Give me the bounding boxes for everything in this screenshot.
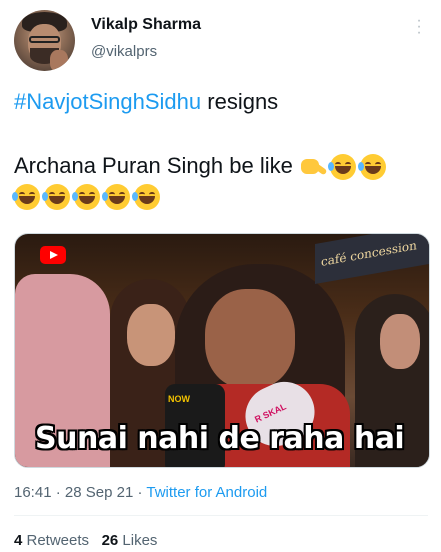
author-handle[interactable]: @vikalprs [91,43,157,60]
tweet-source-link[interactable]: Twitter for Android [146,484,267,501]
tweet-metadata: 16:41 · 28 Sep 21 · Twitter for Android [14,484,267,501]
main-woman-face [205,289,295,389]
avatar[interactable] [14,10,75,71]
tweet-date[interactable]: 28 Sep 21 [65,484,133,501]
author-name[interactable]: Vikalp Sharma [91,16,201,34]
tweet-line-2-text: Archana Puran Singh be like [14,153,299,178]
grinning-sweat-face-icon [327,154,356,181]
grinning-sweat-face-icon [72,184,100,210]
pointing-down-hand-icon [299,156,328,178]
mic-label-1: NOW [168,394,190,404]
avatar-hand [50,50,68,71]
hashtag-link[interactable]: #NavjotSinghSidhu [14,89,201,114]
grinning-sweat-face-icon [357,154,386,181]
meta-separator: · [51,484,65,501]
tweet-media-image[interactable]: café concession NOW R SKAL Sunai nahi de… [14,233,430,468]
divider [14,515,428,516]
tweet-stats: 4 Retweets 26 Likes [14,532,157,549]
more-options-icon[interactable]: · · · [414,13,424,41]
grinning-sweat-face-icon [102,184,130,210]
concession-sign: café concession [315,234,429,285]
tweet-time[interactable]: 16:41 [14,484,52,501]
likes-label: Likes [118,532,158,549]
likes-count: 26 [101,532,119,549]
avatar-glasses [29,36,60,43]
tweet-line-1: #NavjotSinghSidhu resigns [14,89,278,115]
person-right-face [380,314,420,369]
person-second-face [127,304,175,366]
tweet-line-2: Archana Puran Singh be like [14,153,390,181]
youtube-logo-icon [40,246,66,264]
retweets-stat[interactable]: 4 Retweets [14,532,89,549]
grinning-sweat-face-icon [12,184,40,210]
likes-stat[interactable]: 26 Likes [102,532,158,549]
emoji-row [12,184,164,210]
grinning-sweat-face-icon [132,184,160,210]
retweets-label: Retweets [22,532,90,549]
meta-separator: · [133,484,147,501]
tweet-line-1-text: resigns [201,89,279,114]
grinning-sweat-face-icon [42,184,70,210]
meme-caption: Sunai nahi de raha hai [35,421,405,456]
